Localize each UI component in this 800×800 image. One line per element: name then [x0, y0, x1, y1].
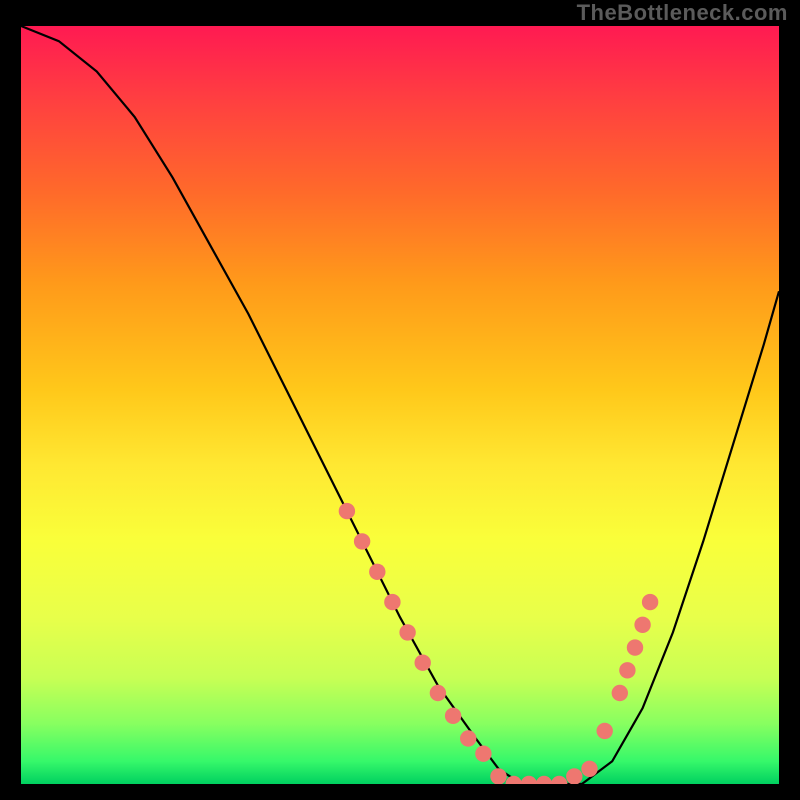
data-point	[566, 768, 582, 784]
data-point	[506, 776, 522, 784]
line-series	[21, 26, 779, 784]
data-point	[445, 708, 461, 724]
data-point	[612, 685, 628, 701]
data-point	[339, 503, 355, 519]
data-point	[369, 564, 385, 580]
data-point	[475, 746, 491, 762]
data-point	[490, 768, 506, 784]
data-point	[415, 655, 431, 671]
data-point	[642, 594, 658, 610]
data-point	[384, 594, 400, 610]
plot-area	[21, 26, 779, 784]
data-point	[597, 723, 613, 739]
data-point	[627, 639, 643, 655]
data-point	[460, 730, 476, 746]
chart-svg	[21, 26, 779, 784]
data-point	[619, 662, 635, 678]
chart-frame: TheBottleneck.com	[0, 0, 800, 800]
data-point	[399, 624, 415, 640]
data-point	[634, 617, 650, 633]
data-point	[521, 776, 537, 784]
data-point	[536, 776, 552, 784]
marker-series	[339, 503, 659, 784]
watermark-text: TheBottleneck.com	[577, 0, 788, 26]
data-point	[551, 776, 567, 784]
data-point	[354, 533, 370, 549]
data-point	[430, 685, 446, 701]
bottleneck-curve	[21, 26, 779, 784]
data-point	[581, 761, 597, 777]
